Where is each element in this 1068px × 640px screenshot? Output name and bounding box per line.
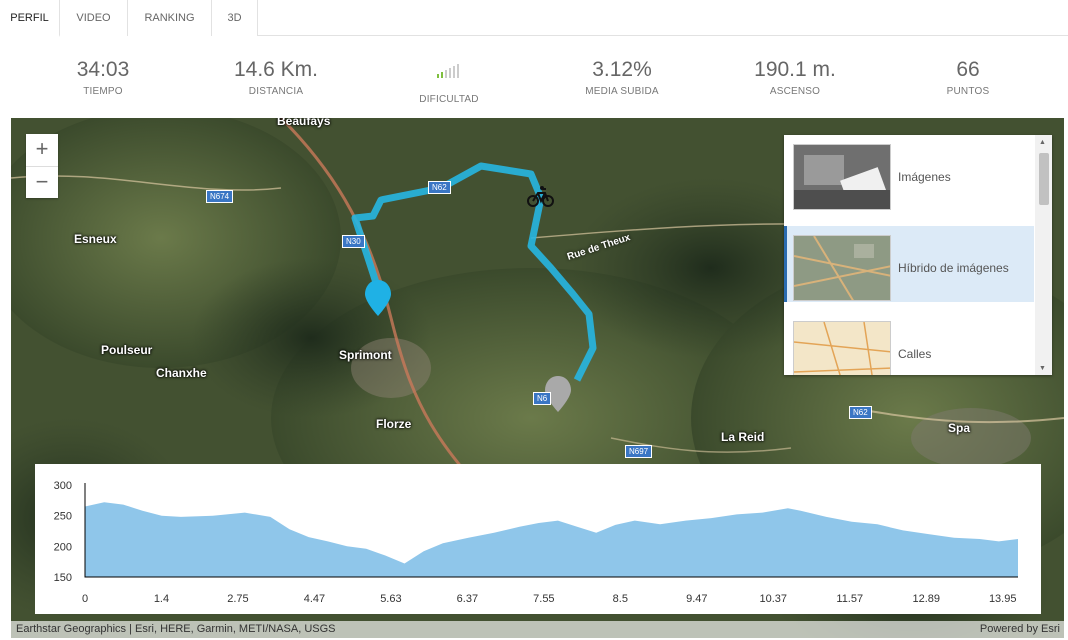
attribution-text: Earthstar Geographics | Esri, HERE, Garm… [16,623,336,635]
x-tick-label: 6.37 [457,593,478,605]
stat-ascent-value: 190.1 m. [754,58,836,81]
stat-points-value: 66 [956,58,980,81]
tab-bar: PERFIL VIDEO RANKING 3D [0,0,1068,37]
basemap-label: Híbrido de imágenes [898,261,1009,275]
x-tick-label: 8.5 [613,593,628,605]
stat-time: 34:03 TIEMPO [13,56,193,97]
elevation-chart-svg: 300 250 200 150 0 1.4 2.75 4.47 5.63 6.37 7.55 8.5 9… [54,480,1018,605]
x-tick-label: 10.37 [760,593,788,605]
x-tick-label: 13.95 [989,593,1017,605]
stat-time-label: TIEMPO [83,86,123,97]
place-label: Beaufays [277,118,331,128]
powered-by-text[interactable]: Powered by Esri [980,621,1060,638]
basemap-gallery: Imágenes Híbrido de imágenes Calles ▲ ▼ [784,135,1052,375]
signal-bars-icon [429,56,469,84]
stat-distance: 14.6 Km. DISTANCIA [186,56,366,97]
stat-ascent: 190.1 m. ASCENSO [705,56,885,97]
map-attribution: Earthstar Geographics | Esri, HERE, Garm… [11,621,1064,638]
stat-difficulty-label: DIFICULTAD [419,94,479,105]
stats-row: 34:03 TIEMPO 14.6 Km. DISTANCIA DIFICULT… [0,36,1068,118]
stat-points: 66 PUNTOS [878,56,1058,97]
stat-difficulty: DIFICULTAD [359,56,539,105]
y-tick-label: 300 [54,480,72,492]
y-tick-label: 250 [54,511,72,523]
road-shield: N30 [342,235,365,248]
tab-perfil[interactable]: PERFIL [0,0,60,37]
basemap-imagery[interactable]: Imágenes [784,135,1034,211]
gallery-scrollbar[interactable]: ▲ ▼ [1035,135,1052,375]
x-tick-label: 7.55 [533,593,554,605]
place-label: Sprimont [339,348,392,362]
basemap-label: Calles [898,347,932,361]
basemap-streets[interactable]: Calles [784,312,1034,375]
road-shield: N62 [849,406,872,419]
stat-slope: 3.12% MEDIA SUBIDA [532,56,712,97]
scroll-up-icon[interactable]: ▲ [1039,139,1046,146]
basemap-label: Imágenes [898,170,951,184]
x-tick-label: 0 [82,593,88,605]
road-shield: N62 [428,181,451,194]
stat-distance-label: DISTANCIA [248,86,304,97]
stat-ascent-label: ASCENSO [769,86,821,97]
road-shield: N697 [625,445,653,458]
y-tick-label: 200 [54,541,72,553]
stat-distance-value: 14.6 Km. [233,58,319,81]
stat-points-label: PUNTOS [946,86,990,97]
road-shield: N6 [533,392,552,405]
x-tick-label: 4.47 [304,593,325,605]
road-shield: N674 [206,190,234,203]
stat-time-value: 34:03 [76,58,130,81]
place-label: Spa [948,421,971,435]
scroll-down-icon[interactable]: ▼ [1039,365,1046,372]
place-label: La Reid [721,430,765,444]
elevation-chart: 300 250 200 150 0 1.4 2.75 4.47 5.63 6.37 7.55 8.5 9… [35,464,1041,614]
basemap-thumbnail [793,235,891,301]
zoom-control: + − [26,134,58,198]
x-tick-label: 9.47 [686,593,707,605]
place-label: Chanxhe [156,366,207,380]
tab-3d[interactable]: 3D [212,0,258,36]
basemap-thumbnail [793,321,891,375]
scroll-thumb[interactable] [1039,153,1049,205]
zoom-in-button[interactable]: + [26,134,58,166]
tab-ranking[interactable]: RANKING [128,0,212,36]
x-tick-label: 11.57 [836,593,863,605]
y-tick-label: 150 [54,572,72,584]
bicycle-icon[interactable] [527,186,555,208]
basemap-thumbnail [793,144,891,210]
x-tick-label: 2.75 [227,593,248,605]
tab-video[interactable]: VIDEO [60,0,128,36]
x-tick-label: 5.63 [380,593,401,605]
start-marker-icon[interactable] [363,280,393,318]
zoom-out-button[interactable]: − [26,166,58,198]
place-label: Esneux [74,232,117,246]
place-label: Poulseur [101,343,153,357]
basemap-hybrid[interactable]: Híbrido de imágenes [784,226,1034,302]
x-tick-label: 12.89 [912,593,940,605]
x-tick-label: 1.4 [154,593,169,605]
stat-slope-value: 3.12% [592,58,652,81]
place-label: Florze [376,417,412,431]
stat-slope-label: MEDIA SUBIDA [585,86,659,97]
elevation-area [85,502,1018,577]
